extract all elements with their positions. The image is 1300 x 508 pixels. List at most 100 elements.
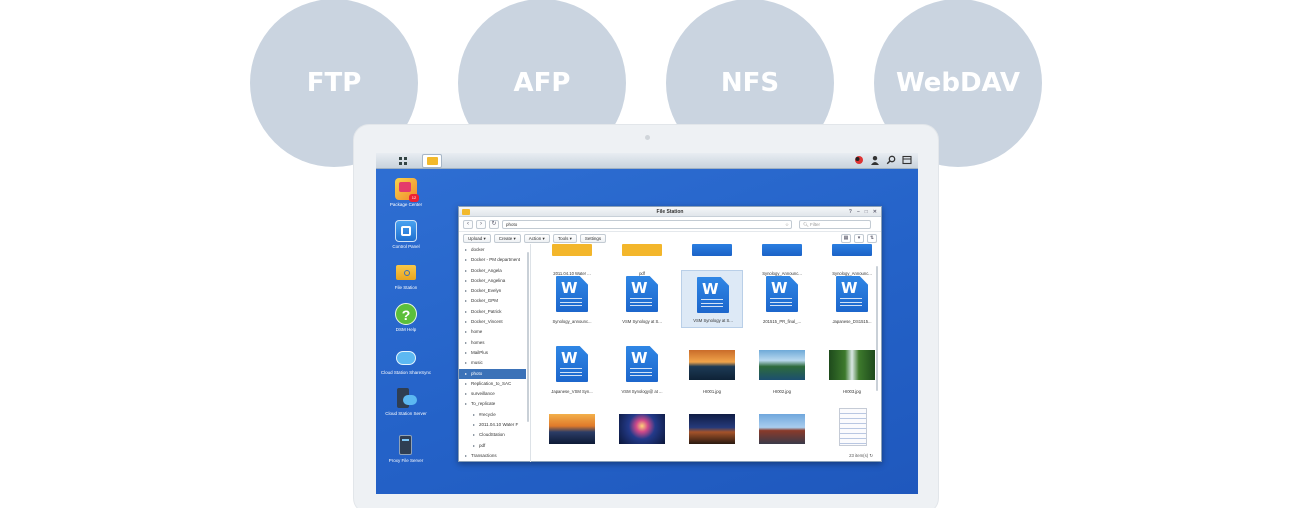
laptop-frame: 12 Package Center Control Panel File Sta… — [353, 124, 939, 508]
word-doc-icon: W — [836, 276, 868, 312]
search-icon[interactable] — [886, 155, 896, 165]
image-thumbnail — [619, 414, 665, 444]
help-icon[interactable]: ? — [849, 207, 852, 217]
tree-item[interactable]: surveillance — [459, 389, 530, 400]
file-item[interactable] — [821, 404, 879, 462]
tree-item[interactable]: Docker_Patrick — [459, 307, 530, 318]
refresh-button[interactable]: ↻ — [489, 219, 499, 229]
badge-count: 12 — [409, 194, 419, 202]
folder-tree: dockerDocker - PM departmentDocker_Angel… — [459, 244, 531, 462]
tools-button[interactable]: Tools ▾ — [552, 233, 577, 243]
desktop-package-center[interactable]: 12 Package Center — [376, 178, 436, 207]
file-name: Synology_announc... — [552, 319, 592, 324]
file-station-icon[interactable] — [422, 154, 442, 168]
cloud-server-icon — [395, 387, 417, 409]
view-mode-icon[interactable]: ▦ — [841, 233, 851, 243]
forward-button[interactable]: › — [476, 219, 486, 229]
maximize-icon[interactable]: □ — [865, 207, 868, 217]
tree-item[interactable]: photo — [459, 368, 526, 379]
desktop-control-panel[interactable]: Control Panel — [376, 220, 436, 249]
file-item[interactable]: W Japanese_DS1515... — [821, 270, 879, 328]
widgets-icon[interactable] — [902, 155, 912, 165]
desktop-proxy-server[interactable]: Proxy File Server — [376, 434, 436, 463]
tree-item[interactable]: MailPlus — [459, 348, 530, 359]
file-station-icon — [462, 209, 470, 215]
back-button[interactable]: ‹ — [463, 219, 473, 229]
word-doc-icon: W — [766, 276, 798, 312]
file-item[interactable] — [611, 404, 673, 462]
file-item[interactable]: HI003.jpg — [821, 340, 879, 398]
file-name: Japanese_DS1515... — [832, 319, 872, 324]
tree-item[interactable]: Replication_to_SAC — [459, 379, 530, 390]
tree-item[interactable]: CloudStation — [459, 430, 530, 441]
window-title: File Station — [656, 209, 684, 215]
file-item[interactable] — [541, 404, 603, 462]
settings-button[interactable]: Settings — [579, 233, 607, 243]
tree-item[interactable]: docker — [459, 245, 530, 256]
desktop-file-station[interactable]: File Station — [376, 261, 436, 290]
tree-item[interactable]: Docker_GPM — [459, 296, 530, 307]
file-station-window[interactable]: File Station ? – □ ✕ ‹ › ↻ photo ☆ 🔍︎ Fil… — [458, 206, 882, 462]
file-item[interactable]: HI002.jpg — [751, 340, 813, 398]
tree-item[interactable]: Transactions — [459, 451, 530, 462]
tree-item[interactable]: music — [459, 358, 530, 369]
create-button[interactable]: Create ▾ — [493, 233, 521, 243]
tree-item[interactable]: Docker_Angela — [459, 266, 530, 277]
file-item[interactable]: W 201515_PR_final_... — [751, 270, 813, 328]
file-item[interactable]: HI001.jpg — [681, 340, 743, 398]
file-item[interactable]: W VSM Synology at S... — [611, 270, 673, 328]
desktop-label: Cloud Station Server — [385, 411, 427, 416]
file-item[interactable]: W Japanese_VSM Syn... — [541, 340, 603, 398]
tree-item[interactable]: Docker - PM department — [459, 255, 530, 266]
tree-item[interactable]: To_replicate — [459, 399, 530, 410]
star-icon[interactable]: ☆ — [785, 221, 789, 228]
tree-item[interactable]: home — [459, 327, 530, 338]
tree-item[interactable]: Docker_Evelyn — [459, 286, 530, 297]
image-thumbnail — [549, 414, 595, 444]
tree-item[interactable]: Docker_Vincent — [459, 317, 530, 328]
main-menu-icon[interactable] — [392, 154, 414, 168]
file-name: VSM Synology@ at ... — [621, 389, 663, 394]
page: FTP AFP NFS WebDAV 12 Package Center Con… — [0, 0, 1300, 508]
minimize-icon[interactable]: – — [857, 207, 860, 217]
view-options-icon[interactable]: ▾ — [854, 233, 864, 243]
word-doc-icon: W — [556, 276, 588, 312]
desktop-label: File Station — [394, 285, 418, 290]
image-thumbnail — [829, 350, 875, 380]
file-item[interactable]: W Synology_announc... — [541, 270, 603, 328]
file-grid: 23 item(s) ↻ 2011.04.10 Water ...pdfSurv… — [533, 244, 879, 462]
desktop-label: Control Panel — [392, 244, 420, 249]
control-panel-icon — [395, 220, 417, 242]
desktop-label: Cloud Station ShareSync — [380, 370, 432, 375]
desktop-cloud-sharesync[interactable]: Cloud Station ShareSync — [376, 346, 436, 375]
file-item[interactable] — [751, 404, 813, 462]
tree-item[interactable]: #recycle — [459, 410, 530, 421]
tree-item[interactable]: Docker_Angelina — [459, 276, 530, 287]
close-icon[interactable]: ✕ — [873, 207, 877, 217]
window-titlebar[interactable]: File Station ? – □ ✕ — [459, 207, 881, 217]
file-item[interactable]: W VSM Synology@ at ... — [611, 340, 673, 398]
path-field[interactable]: photo ☆ — [502, 219, 792, 229]
filter-input[interactable]: 🔍︎ Filter — [799, 219, 871, 229]
notification-icon[interactable] — [854, 155, 864, 165]
dsm-desktop: 12 Package Center Control Panel File Sta… — [376, 153, 918, 494]
text-file-icon — [839, 408, 867, 446]
desktop-cloud-server[interactable]: Cloud Station Server — [376, 387, 436, 416]
user-icon[interactable] — [870, 155, 880, 165]
sort-icon[interactable]: ⇅ — [867, 233, 877, 243]
tree-item[interactable]: 2011.04.10 Water F — [459, 420, 530, 431]
file-name: HI001.jpg — [703, 389, 721, 394]
file-name: 201515_PR_final_... — [763, 319, 801, 324]
action-button[interactable]: Action ▾ — [523, 233, 550, 243]
upload-button[interactable]: Upload ▾ — [463, 233, 491, 243]
desktop-dsm-help[interactable]: ? DSM Help — [376, 303, 436, 332]
tree-item[interactable]: homes — [459, 338, 530, 349]
tree-item[interactable]: pdf — [459, 441, 530, 452]
word-doc-icon — [692, 244, 732, 256]
desktop-label: Proxy File Server — [388, 458, 424, 463]
file-item[interactable] — [681, 404, 743, 462]
image-thumbnail — [689, 414, 735, 444]
file-item[interactable]: W VSM Synology at S... — [681, 270, 743, 328]
image-thumbnail — [759, 414, 805, 444]
word-doc-icon: W — [556, 346, 588, 382]
